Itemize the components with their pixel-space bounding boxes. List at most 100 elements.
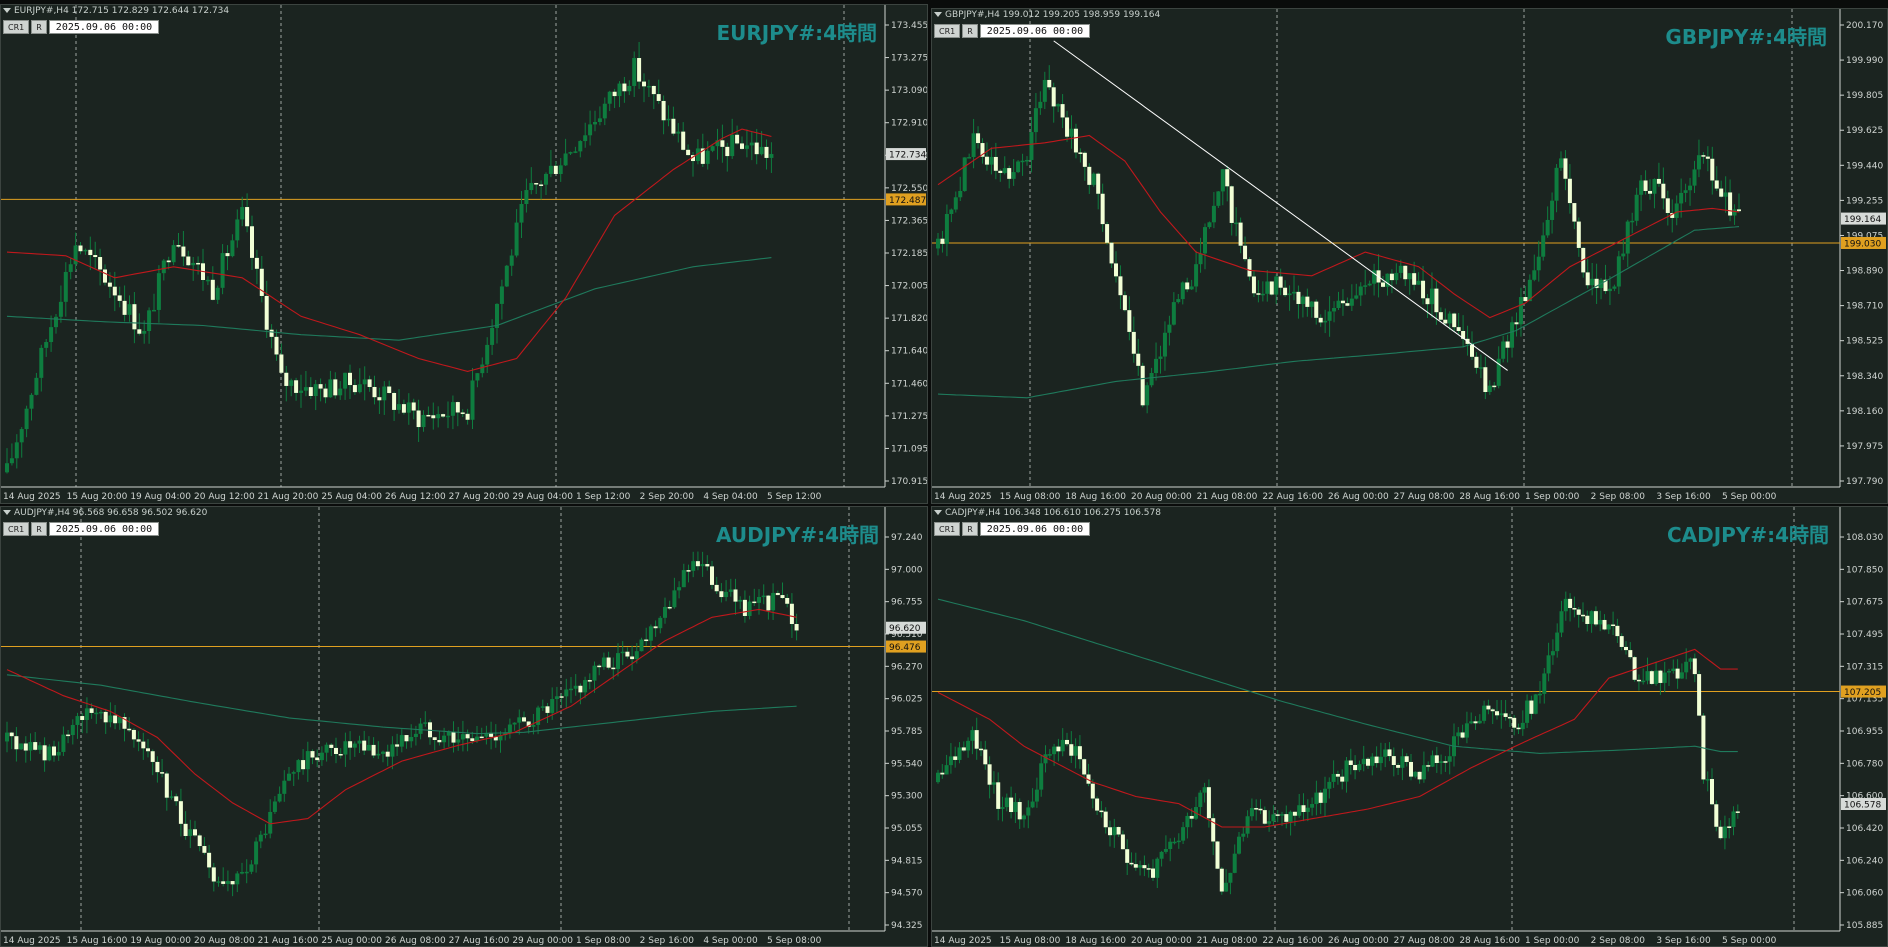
candle-body <box>279 354 284 373</box>
candle-body <box>1082 152 1087 167</box>
time-tick-label: 1 Sep 00:00 <box>1525 936 1580 946</box>
datetime-field[interactable]: 2025.09.06 00:00 <box>979 24 1091 38</box>
candle-body <box>98 257 103 270</box>
datetime-field[interactable]: 2025.09.06 00:00 <box>48 522 160 536</box>
candle-body <box>1602 619 1607 630</box>
candle-body <box>1714 180 1719 189</box>
time-tick-label: 22 Aug 16:00 <box>1262 936 1323 946</box>
candle-body <box>258 834 263 842</box>
chart-canvas-cadjpy[interactable]: 108.030107.850107.675107.495107.315107.1… <box>932 507 1887 946</box>
r-button[interactable]: R <box>31 20 47 34</box>
candle-body <box>1013 802 1018 813</box>
candle-body <box>58 301 63 317</box>
candle-body <box>1719 188 1724 197</box>
candle-body <box>789 603 794 625</box>
candle-body <box>971 133 976 158</box>
candle-body <box>1090 783 1095 799</box>
cr1-button[interactable]: CR1 <box>3 20 30 34</box>
level-price-tag-label: 172.487 <box>889 196 926 206</box>
candle-body <box>1568 598 1573 609</box>
chart-header: CADJPY#,H4 106.348 106.610 106.275 106.5… <box>934 508 1161 518</box>
price-tick-label: 106.420 <box>1846 824 1883 834</box>
cr1-button[interactable]: CR1 <box>934 24 961 38</box>
candle-body <box>5 463 9 473</box>
datetime-field[interactable]: 2025.09.06 00:00 <box>979 522 1091 536</box>
collapse-triangle-icon[interactable] <box>934 510 942 515</box>
candle-body <box>284 372 289 386</box>
candle-body <box>1412 273 1417 285</box>
candle-body <box>334 747 338 754</box>
time-tick-label: 14 Aug 2025 <box>3 492 61 502</box>
candle-body <box>592 665 597 681</box>
cr1-button[interactable]: CR1 <box>3 522 30 536</box>
candle-body <box>269 329 274 337</box>
chart-canvas-audjpy[interactable]: 97.24097.00096.75596.51096.27096.02595.7… <box>1 507 927 946</box>
candle-body <box>1073 746 1078 756</box>
candle-body <box>531 724 536 727</box>
price-tick-label: 106.240 <box>1846 856 1883 866</box>
candle-body <box>775 592 780 596</box>
candle-body <box>1718 826 1723 839</box>
time-tick-label: 18 Aug 16:00 <box>1065 936 1126 946</box>
candle-body <box>282 780 287 794</box>
price-tick-label: 199.990 <box>1846 56 1883 66</box>
r-button[interactable]: R <box>31 522 47 536</box>
candle-body <box>1243 245 1248 260</box>
price-tick-label: 97.240 <box>891 533 923 543</box>
candle-body <box>1051 87 1056 107</box>
candle-body <box>720 140 725 147</box>
r-button[interactable]: R <box>962 24 978 38</box>
chart-window-eurjpy[interactable]: 173.455173.275173.090172.910172.730172.5… <box>0 4 928 504</box>
one-click-panel: CR1 R 2025.09.06 00:00 <box>934 522 1091 536</box>
price-tick-label: 172.365 <box>891 216 927 226</box>
candle-body <box>1131 331 1136 354</box>
candle-body <box>1172 841 1177 844</box>
candle-body <box>103 711 108 723</box>
chart-window-audjpy[interactable]: 97.240 97.000 96.755 96.510 96.270 96.025 95.7… <box>0 506 928 947</box>
candle-body <box>1469 721 1474 724</box>
candle-body <box>1327 781 1332 789</box>
time-tick-label: 15 Aug 16:00 <box>67 936 128 946</box>
candle-body <box>1275 814 1280 816</box>
candle-body <box>1336 300 1341 308</box>
candle-body <box>700 564 705 567</box>
candle-body <box>1314 301 1319 318</box>
candle-body <box>249 864 254 872</box>
chart-canvas-gbpjpy[interactable]: 200.170 199.990 199.805 199.625 199.440 199.2… <box>932 9 1887 503</box>
datetime-field[interactable]: 2025.09.06 00:00 <box>48 20 160 34</box>
candle-body <box>1417 771 1422 780</box>
candle-body <box>19 743 24 750</box>
one-click-panel: CR1 R 2025.09.06 00:00 <box>3 522 160 536</box>
candle-body <box>1478 367 1483 369</box>
candle-body <box>1345 303 1350 306</box>
candle-body <box>648 626 653 641</box>
chart-background <box>1 507 927 946</box>
candle-body <box>146 748 150 752</box>
collapse-triangle-icon[interactable] <box>3 510 11 515</box>
r-button[interactable]: R <box>962 522 978 536</box>
candle-body <box>1404 756 1409 762</box>
chart-canvas-eurjpy[interactable]: 173.455173.275173.090172.910172.730172.5… <box>1 5 927 503</box>
candle-body <box>465 734 470 739</box>
candle-body <box>220 253 225 288</box>
candle-body <box>1274 276 1279 295</box>
candle-body <box>1683 190 1688 193</box>
price-tick-label: 94.815 <box>891 856 923 866</box>
candle-body <box>1335 773 1340 777</box>
candle-body <box>728 589 733 592</box>
candle-body <box>754 142 759 155</box>
time-tick-label: 28 Aug 16:00 <box>1459 936 1520 946</box>
candle-body <box>1077 746 1082 760</box>
cr1-button[interactable]: CR1 <box>934 522 961 536</box>
candle-body <box>333 379 338 396</box>
candle-body <box>1125 849 1130 863</box>
candle-body <box>1361 758 1366 765</box>
candle-body <box>1007 168 1012 179</box>
candle-body <box>160 772 165 774</box>
candle-body <box>319 752 324 761</box>
chart-window-gbpjpy[interactable]: 200.170 199.990 199.805 199.625 199.440 199.2… <box>931 8 1888 504</box>
candle-body <box>78 245 83 252</box>
collapse-triangle-icon[interactable] <box>934 12 942 17</box>
collapse-triangle-icon[interactable] <box>3 8 11 13</box>
chart-window-cadjpy[interactable]: 108.030 107.850 107.675 107.495 107.315 107.1… <box>931 506 1888 947</box>
